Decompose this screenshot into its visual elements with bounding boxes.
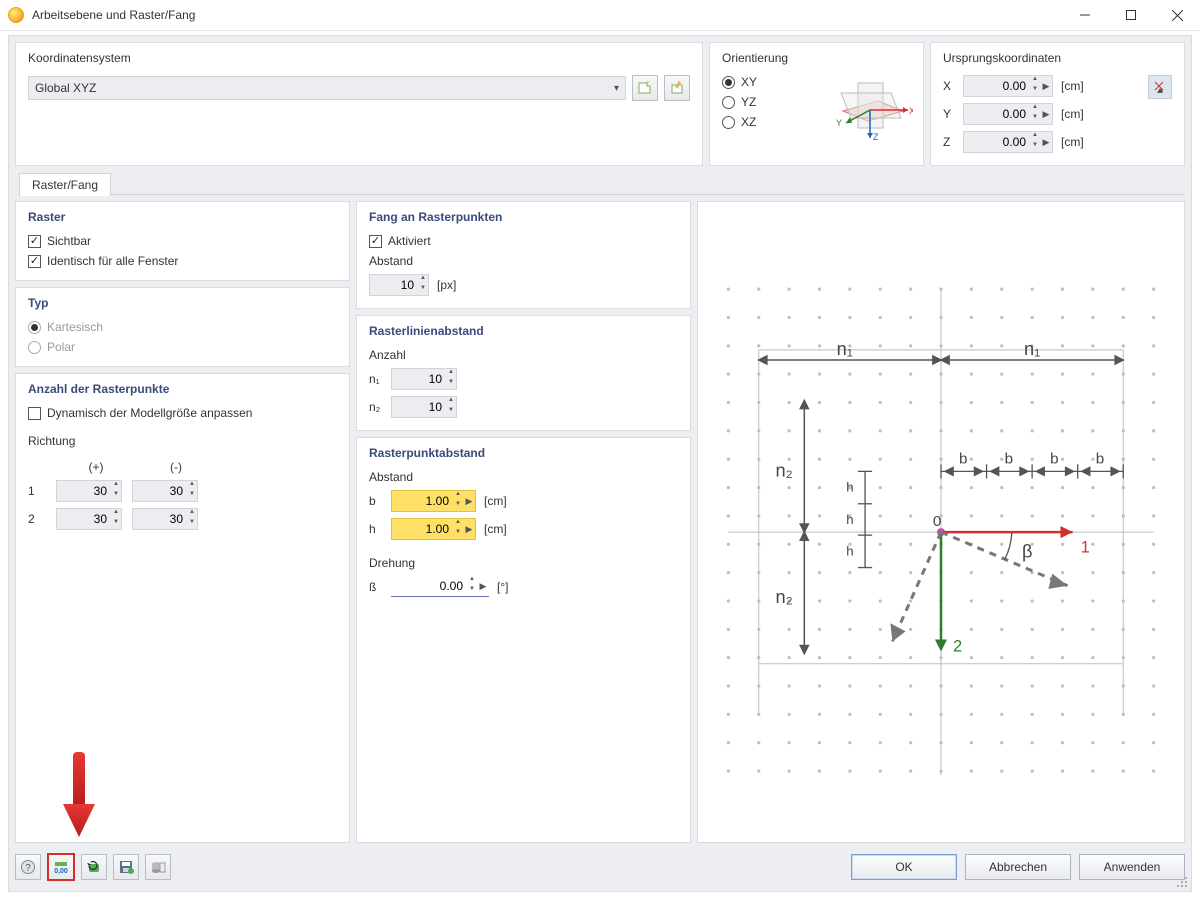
svg-text:Y: Y: [836, 118, 842, 128]
type-polar-radio: Polar: [28, 340, 337, 354]
origin-x-input[interactable]: ▲▼ ▶: [963, 75, 1053, 97]
raster-identical-checkbox[interactable]: Identisch für alle Fenster: [28, 254, 337, 268]
radio-icon: [722, 76, 735, 89]
svg-text:h: h: [846, 480, 853, 495]
n2-input[interactable]: ▲▼: [391, 396, 457, 418]
num-points-panel: Anzahl der Rasterpunkte Dynamisch der Mo…: [15, 373, 350, 843]
origin-x-label: X: [943, 79, 955, 93]
svg-text:n₂: n₂: [775, 460, 792, 480]
n1-input[interactable]: ▲▼: [391, 368, 457, 390]
checkbox-icon: [28, 255, 41, 268]
snap-activated-checkbox[interactable]: Aktiviert: [369, 234, 678, 248]
edit-coord-button[interactable]: [664, 75, 690, 101]
pick-origin-button[interactable]: [1148, 75, 1172, 99]
new-coord-button[interactable]: [632, 75, 658, 101]
origin-y-label: Y: [943, 107, 955, 121]
minimize-button[interactable]: [1062, 0, 1108, 30]
grid-diagram: n₁ n₁ n₂ n₂: [697, 201, 1185, 843]
checkbox-icon: [28, 235, 41, 248]
svg-text:n₁: n₁: [1024, 339, 1040, 359]
checkbox-icon: [28, 407, 41, 420]
radio-icon: [722, 96, 735, 109]
expand-icon: ▶: [1040, 81, 1052, 92]
coordinate-system-panel: Koordinatensystem Global XYZ ▾: [15, 42, 703, 166]
tab-body: Raster Sichtbar Identisch für alle Fenst…: [15, 195, 1185, 843]
svg-text:Z: Z: [873, 132, 879, 142]
orient-title: Orientierung: [722, 51, 911, 65]
orientation-panel: Orientierung XY YZ XZ: [709, 42, 924, 166]
snap-distance-input[interactable]: ▲▼: [369, 274, 429, 296]
dir1-minus-input[interactable]: ▲▼: [132, 480, 198, 502]
svg-text:h: h: [846, 512, 853, 527]
reset-button[interactable]: [81, 854, 107, 880]
h-input[interactable]: ▲▼▶: [391, 518, 476, 540]
chevron-down-icon: ▾: [614, 83, 619, 94]
b-input[interactable]: ▲▼▶: [391, 490, 476, 512]
maximize-button[interactable]: [1108, 0, 1154, 30]
radio-icon: [28, 341, 41, 354]
window-title: Arbeitsebene und Raster/Fang: [32, 8, 1062, 22]
origin-title: Ursprungskoordinaten: [943, 51, 1172, 65]
raster-panel: Raster Sichtbar Identisch für alle Fenst…: [15, 201, 350, 281]
origin-z-input[interactable]: ▲▼ ▶: [963, 131, 1053, 153]
coord-system-value: Global XYZ: [35, 81, 96, 95]
svg-text:b: b: [959, 450, 967, 467]
beta-input[interactable]: ▲▼▶: [391, 576, 489, 597]
spin-down-icon: ▼: [1030, 86, 1040, 96]
spin-up-icon: ▲: [1030, 76, 1040, 86]
raster-visible-checkbox[interactable]: Sichtbar: [28, 234, 337, 248]
origin-y-input[interactable]: ▲▼ ▶: [963, 103, 1053, 125]
tab-strip: Raster/Fang: [15, 172, 1185, 195]
snap-panel: Fang an Rasterpunkten Aktiviert Abstand …: [356, 201, 691, 309]
app-icon: [8, 7, 24, 23]
bottom-bar: ? 0,00 OK Abbrechen Anwenden: [15, 843, 1185, 885]
dir2-plus-input[interactable]: ▲▼: [56, 508, 122, 530]
svg-text:n₁: n₁: [837, 339, 853, 359]
grid-spacing-panel: Rasterlinienabstand Anzahl n₁ ▲▼ n₂ ▲▼: [356, 315, 691, 431]
top-panels: Koordinatensystem Global XYZ ▾ Orientier…: [15, 42, 1185, 166]
origin-z-label: Z: [943, 135, 955, 149]
svg-text:0: 0: [933, 513, 941, 530]
svg-text:b: b: [1050, 450, 1058, 467]
units-button[interactable]: 0,00: [47, 853, 75, 881]
dir2-minus-input[interactable]: ▲▼: [132, 508, 198, 530]
point-spacing-panel: Rasterpunktabstand Abstand b ▲▼▶ [cm] h …: [356, 437, 691, 843]
svg-text:h: h: [846, 543, 853, 558]
tab-raster-fang[interactable]: Raster/Fang: [19, 173, 111, 196]
apply-button[interactable]: Anwenden: [1079, 854, 1185, 880]
svg-text:b: b: [1005, 450, 1013, 467]
checkbox-icon: [369, 235, 382, 248]
type-cartesian-radio: Kartesisch: [28, 320, 337, 334]
titlebar: Arbeitsebene und Raster/Fang: [0, 0, 1200, 31]
help-button[interactable]: ?: [15, 854, 41, 880]
svg-text:1: 1: [1081, 538, 1090, 556]
radio-icon: [722, 116, 735, 129]
svg-text:b: b: [1096, 450, 1104, 467]
origin-panel: Ursprungskoordinaten X ▲▼ ▶ [cm] Y: [930, 42, 1185, 166]
dir1-plus-input[interactable]: ▲▼: [56, 480, 122, 502]
close-button[interactable]: [1154, 0, 1200, 30]
svg-text:X: X: [909, 106, 913, 116]
cancel-button[interactable]: Abbrechen: [965, 854, 1071, 880]
coord-system-select[interactable]: Global XYZ ▾: [28, 76, 626, 100]
coord-title: Koordinatensystem: [28, 51, 690, 65]
resize-grip-icon[interactable]: [1177, 877, 1189, 889]
save-defaults-button[interactable]: [113, 854, 139, 880]
dynamic-size-checkbox[interactable]: Dynamisch der Modellgröße anpassen: [28, 406, 337, 420]
orientation-preview: X Y Z: [823, 73, 913, 146]
load-defaults-button[interactable]: [145, 854, 171, 880]
ok-button[interactable]: OK: [851, 854, 957, 880]
type-panel: Typ Kartesisch Polar: [15, 287, 350, 367]
svg-text:?: ?: [25, 863, 31, 874]
svg-text:n₂: n₂: [775, 587, 792, 607]
radio-icon: [28, 321, 41, 334]
svg-text:β: β: [1022, 541, 1032, 561]
svg-text:2: 2: [953, 638, 962, 656]
svg-text:0,00: 0,00: [54, 868, 68, 875]
